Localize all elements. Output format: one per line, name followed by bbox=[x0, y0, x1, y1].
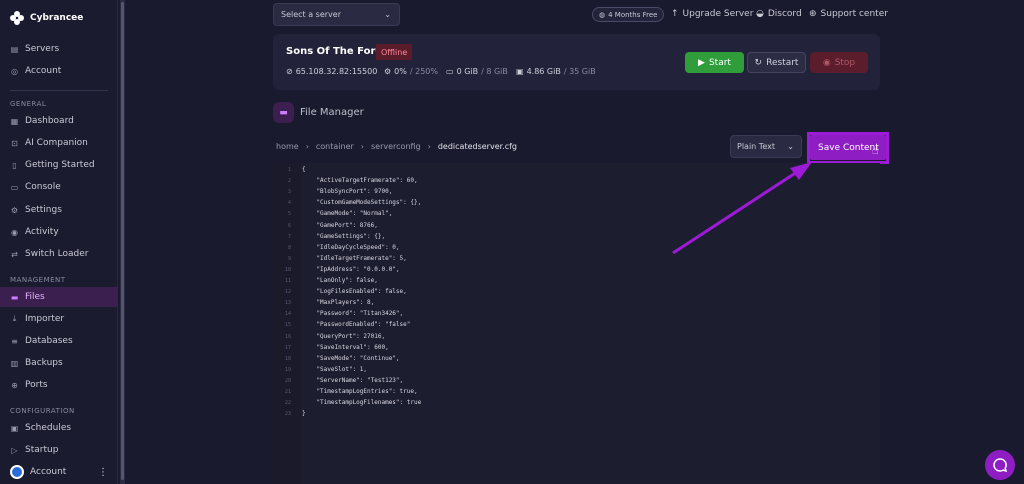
chat-widget-button[interactable] bbox=[985, 450, 1015, 480]
chat-bubble-icon bbox=[993, 458, 1008, 473]
annotation-arrow bbox=[672, 162, 812, 255]
